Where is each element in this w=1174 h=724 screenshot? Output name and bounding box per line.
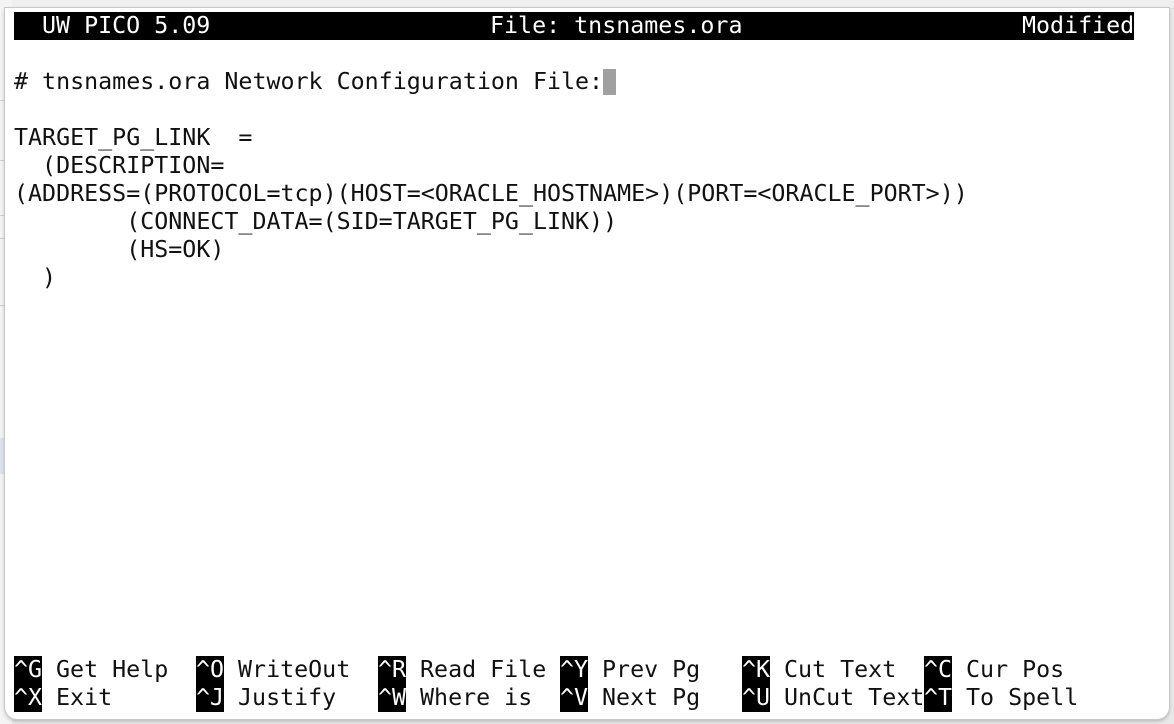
file-name: File: tnsnames.ora [490,12,743,39]
shortcut-cut-text[interactable]: ^K Cut Text [742,656,896,684]
shortcut-label: Get Help [56,656,169,683]
shortcut-label: Justify [238,684,337,711]
shortcut-key: ^K [742,656,771,684]
shortcut-key: ^J [196,684,225,712]
shortcut-writeout[interactable]: ^O WriteOut [196,656,350,684]
shortcut-label: WriteOut [238,656,351,683]
shortcut-key: ^Y [560,656,589,684]
shortcut-to-spell[interactable]: ^T To Spell [924,684,1078,712]
text-cursor [603,69,617,95]
shortcut-key: ^R [378,656,407,684]
shortcut-key: ^G [14,656,43,684]
shortcut-where-is[interactable]: ^W Where is [378,684,532,712]
shortcut-uncut-text[interactable]: ^U UnCut Text [742,684,924,712]
shortcut-key: ^O [196,656,225,684]
shortcut-prev-page[interactable]: ^Y Prev Pg [560,656,700,684]
shortcut-cur-pos[interactable]: ^C Cur Pos [924,656,1064,684]
shortcut-label: Exit [56,684,113,711]
editor-title-bar: UW PICO 5.09 File: tnsnames.ora Modified [14,12,1134,40]
buffer-line[interactable]: # tnsnames.ora Network Configuration Fil… [14,68,617,96]
terminal-window[interactable]: UW PICO 5.09 File: tnsnames.ora Modified… [5,8,1169,719]
shortcut-label: Next Pg [602,684,701,711]
app-name: UW PICO 5.09 [42,12,211,39]
shortcut-get-help[interactable]: ^G Get Help [14,656,168,684]
shortcut-exit[interactable]: ^X Exit [14,684,112,712]
shortcut-label: Cur Pos [966,656,1065,683]
buffer-line[interactable]: (ADDRESS=(PROTOCOL=tcp)(HOST=<ORACLE_HOS… [14,180,968,208]
shortcut-read-file[interactable]: ^R Read File [378,656,546,684]
shortcut-key: ^X [14,684,43,712]
shortcut-label: UnCut Text [784,684,925,711]
shortcut-label: Cut Text [784,656,897,683]
buffer-line[interactable]: ) [14,264,56,292]
shortcut-label: To Spell [966,684,1079,711]
buffer-line[interactable]: TARGET_PG_LINK = [14,124,252,152]
shortcut-key: ^C [924,656,953,684]
buffer-line[interactable]: (CONNECT_DATA=(SID=TARGET_PG_LINK)) [14,208,617,236]
shortcut-key: ^U [742,684,771,712]
shortcut-label: Prev Pg [602,656,701,683]
modified-status: Modified [1022,12,1135,39]
buffer-line[interactable]: (DESCRIPTION= [14,152,224,180]
shortcut-key: ^T [924,684,953,712]
shortcut-label: Read File [420,656,547,683]
shortcut-key: ^W [378,684,407,712]
buffer-line[interactable]: (HS=OK) [14,236,224,264]
comment-text: # tnsnames.ora Network Configuration Fil… [14,68,604,95]
shortcut-label: Where is [420,684,533,711]
shortcut-justify[interactable]: ^J Justify [196,684,336,712]
shortcut-next-page[interactable]: ^V Next Pg [560,684,700,712]
shortcut-key: ^V [560,684,589,712]
